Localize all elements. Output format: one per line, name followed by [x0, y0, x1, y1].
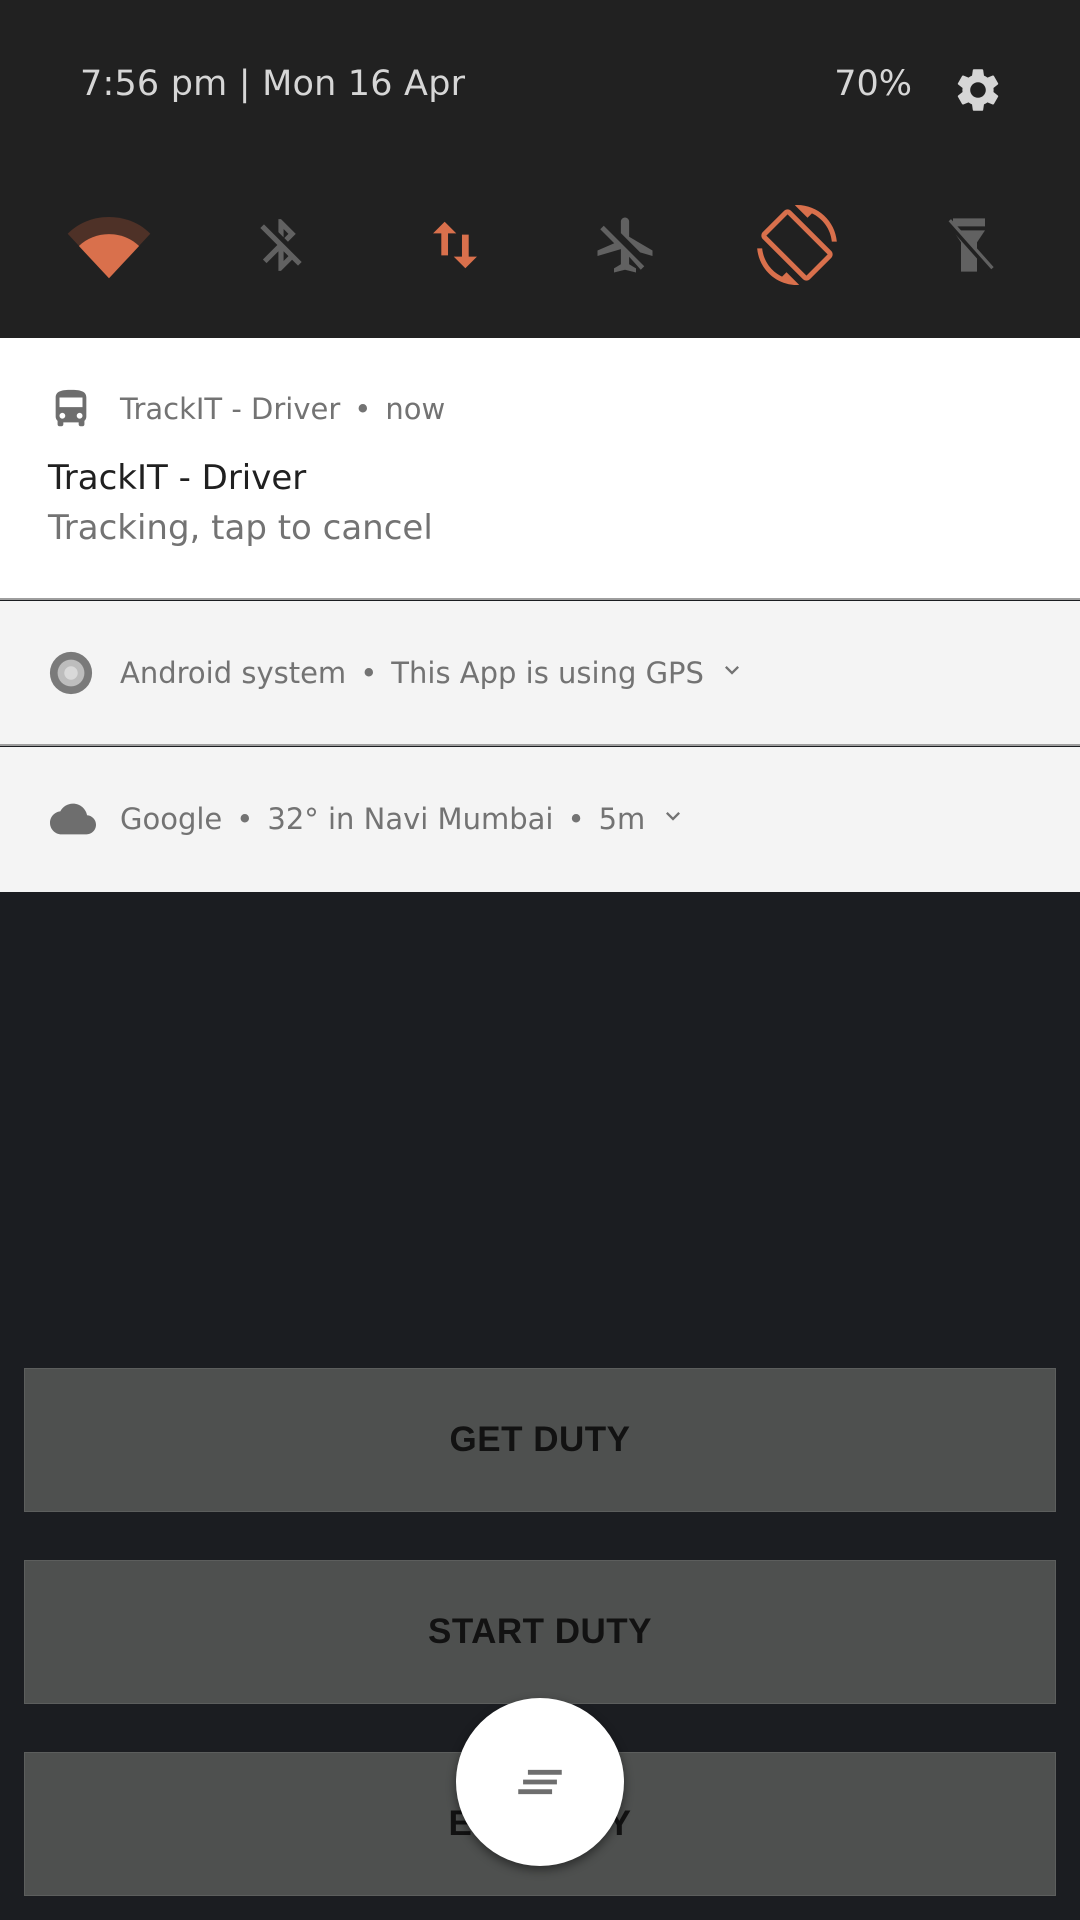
- quick-settings-panel: 7:56 pm | Mon 16 Apr 70%: [0, 0, 1080, 338]
- airplane-mode-off-icon[interactable]: [580, 200, 670, 290]
- notification-time: 5m: [598, 802, 646, 836]
- get-duty-button[interactable]: GET DUTY: [24, 1368, 1056, 1512]
- android-system-notification[interactable]: Android system • This App is using GPS: [0, 601, 1080, 746]
- quick-settings-header: 7:56 pm | Mon 16 Apr 70%: [0, 0, 1080, 176]
- notification-header: Android system • This App is using GPS: [48, 650, 746, 696]
- wifi-icon[interactable]: [64, 200, 154, 290]
- google-weather-notification[interactable]: Google • 32° in Navi Mumbai • 5m: [0, 747, 1080, 892]
- notification-app-name: Google: [120, 802, 223, 836]
- bus-icon: [48, 386, 94, 432]
- notification-header: Google • 32° in Navi Mumbai • 5m: [48, 796, 687, 842]
- android-system-icon: [48, 650, 94, 696]
- notification-time: now: [385, 392, 446, 426]
- clear-all-icon: [518, 1769, 562, 1795]
- trackit-notification[interactable]: TrackIT - Driver • now TrackIT - Driver …: [0, 338, 1080, 600]
- settings-gear-icon[interactable]: [952, 64, 1004, 116]
- chevron-down-icon[interactable]: [659, 802, 687, 837]
- notification-text: Tracking, tap to cancel: [48, 508, 433, 548]
- quick-settings-tiles: [0, 200, 1080, 290]
- cloud-icon: [48, 796, 96, 842]
- notification-title: TrackIT - Driver: [48, 458, 307, 498]
- battery-label[interactable]: 70%: [834, 64, 912, 104]
- flashlight-off-icon[interactable]: [924, 200, 1014, 290]
- notification-summary: This App is using GPS: [391, 656, 704, 690]
- auto-rotate-icon[interactable]: [752, 200, 842, 290]
- bluetooth-off-icon[interactable]: [236, 200, 326, 290]
- notification-summary: 32° in Navi Mumbai: [267, 802, 554, 836]
- mobile-data-icon[interactable]: [410, 200, 500, 290]
- notification-app-name: Android system: [120, 656, 347, 690]
- chevron-down-icon[interactable]: [718, 656, 746, 691]
- notification-app-name: TrackIT - Driver: [120, 392, 341, 426]
- time-date-label[interactable]: 7:56 pm | Mon 16 Apr: [80, 64, 465, 104]
- start-duty-button[interactable]: START DUTY: [24, 1560, 1056, 1704]
- clear-all-button[interactable]: [456, 1698, 624, 1866]
- notification-header: TrackIT - Driver • now: [48, 386, 445, 432]
